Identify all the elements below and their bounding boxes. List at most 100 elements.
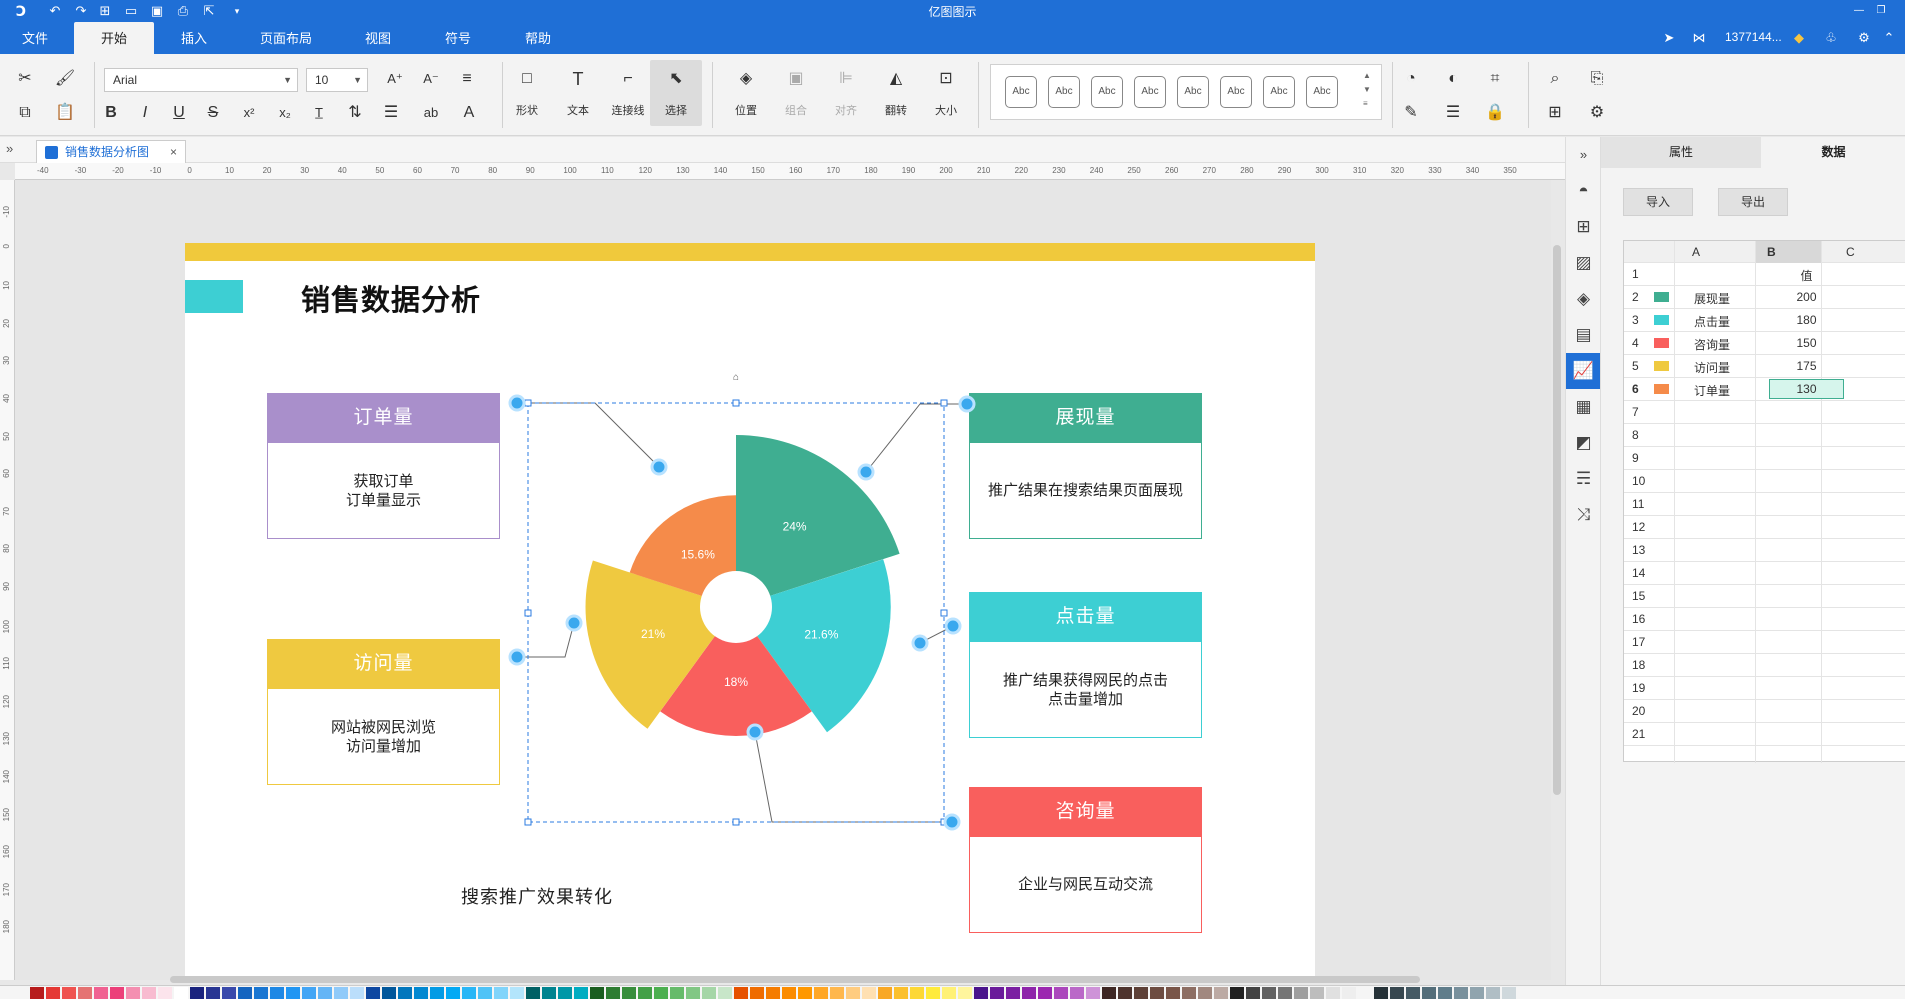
- value-cell[interactable]: 175: [1769, 359, 1844, 373]
- select-arrow-icon[interactable]: ⬉: [663, 66, 689, 92]
- font-color-icon[interactable]: A: [456, 100, 482, 126]
- menu-help[interactable]: 帮助: [500, 22, 576, 54]
- palette-swatch[interactable]: [270, 987, 284, 999]
- send-icon[interactable]: ➤: [1660, 29, 1678, 47]
- underline-icon[interactable]: U: [166, 100, 192, 126]
- grid-layout-icon[interactable]: ⊞: [1566, 209, 1601, 245]
- style-sample-8[interactable]: Abc: [1306, 76, 1338, 108]
- palette-swatch[interactable]: [894, 987, 908, 999]
- palette-swatch[interactable]: [94, 987, 108, 999]
- palette-swatch[interactable]: [1134, 987, 1148, 999]
- sheet-row[interactable]: 3 点击量 180: [1624, 309, 1905, 332]
- sheet-row[interactable]: 7: [1624, 401, 1905, 424]
- palette-swatch[interactable]: [990, 987, 1004, 999]
- tab-data[interactable]: 数据: [1761, 137, 1905, 168]
- palette-swatch[interactable]: [910, 987, 924, 999]
- shuffle-icon[interactable]: ⤨: [1566, 497, 1601, 533]
- lock-icon[interactable]: 🔒: [1482, 100, 1508, 126]
- connection-point[interactable]: [911, 634, 929, 652]
- palette-swatch[interactable]: [302, 987, 316, 999]
- palette-swatch[interactable]: [1166, 987, 1180, 999]
- decrease-font-icon[interactable]: A⁻: [418, 66, 444, 92]
- vip-gem-icon[interactable]: ◆: [1790, 29, 1808, 47]
- chart-data-icon[interactable]: 📈: [1566, 353, 1601, 389]
- palette-swatch[interactable]: [670, 987, 684, 999]
- palette-swatch[interactable]: [558, 987, 572, 999]
- palette-swatch[interactable]: [478, 987, 492, 999]
- sheet-row[interactable]: 13: [1624, 539, 1905, 562]
- sheet-row[interactable]: 12: [1624, 516, 1905, 539]
- bullet-list-icon[interactable]: ☰: [378, 100, 404, 126]
- palette-swatch[interactable]: [62, 987, 76, 999]
- palette-swatch[interactable]: [46, 987, 60, 999]
- connection-point[interactable]: [565, 614, 583, 632]
- palette-swatch[interactable]: [78, 987, 92, 999]
- palette-swatch[interactable]: [238, 987, 252, 999]
- value-cell[interactable]: 150: [1769, 336, 1844, 350]
- palette-swatch[interactable]: [830, 987, 844, 999]
- category-cell[interactable]: 点击量: [1694, 313, 1730, 330]
- connection-point[interactable]: [857, 463, 875, 481]
- palette-swatch[interactable]: [398, 987, 412, 999]
- resize-handle[interactable]: [524, 399, 532, 407]
- connection-point[interactable]: [943, 813, 961, 831]
- palette-swatch[interactable]: [382, 987, 396, 999]
- connection-point[interactable]: [508, 648, 526, 666]
- copy-icon[interactable]: ⧉: [12, 100, 38, 126]
- style-sample-7[interactable]: Abc: [1263, 76, 1295, 108]
- palette-swatch[interactable]: [878, 987, 892, 999]
- palette-swatch[interactable]: [206, 987, 220, 999]
- align-icon[interactable]: ⊫: [833, 66, 859, 92]
- size-label[interactable]: 大小: [922, 102, 970, 118]
- palette-swatch[interactable]: [862, 987, 876, 999]
- shape-icon[interactable]: □: [514, 66, 540, 92]
- fill-bucket-icon[interactable]: ◓: [1566, 173, 1601, 209]
- sheet-row[interactable]: 5 访问量 175: [1624, 355, 1905, 378]
- style-sample-3[interactable]: Abc: [1091, 76, 1123, 108]
- palette-swatch[interactable]: [510, 987, 524, 999]
- resize-handle[interactable]: [940, 609, 948, 617]
- palette-swatch[interactable]: [1502, 987, 1516, 999]
- palette-swatch[interactable]: [190, 987, 204, 999]
- palette-swatch[interactable]: [1070, 987, 1084, 999]
- resize-handle[interactable]: [940, 399, 948, 407]
- palette-swatch[interactable]: [222, 987, 236, 999]
- position-label[interactable]: 位置: [722, 102, 770, 118]
- palette-swatch[interactable]: [286, 987, 300, 999]
- palette-swatch[interactable]: [414, 987, 428, 999]
- palette-swatch[interactable]: [334, 987, 348, 999]
- palette-swatch[interactable]: [174, 987, 188, 999]
- palette-swatch[interactable]: [782, 987, 796, 999]
- palette-swatch[interactable]: [110, 987, 124, 999]
- palette-swatch[interactable]: [798, 987, 812, 999]
- horizontal-scrollbar[interactable]: [170, 976, 1420, 983]
- palette-swatch[interactable]: [622, 987, 636, 999]
- header-value-cell[interactable]: 值: [1769, 267, 1844, 284]
- palette-swatch[interactable]: [1006, 987, 1020, 999]
- palette-swatch[interactable]: [430, 987, 444, 999]
- text-tool-icon[interactable]: T: [565, 66, 591, 92]
- column-header-b[interactable]: B: [1767, 245, 1776, 259]
- minimize-icon[interactable]: —: [1850, 2, 1868, 20]
- palette-swatch[interactable]: [142, 987, 156, 999]
- increase-font-icon[interactable]: A⁺: [382, 66, 408, 92]
- menu-symbol[interactable]: 符号: [420, 22, 496, 54]
- palette-swatch[interactable]: [766, 987, 780, 999]
- connection-point[interactable]: [944, 617, 962, 635]
- color-swatch[interactable]: [1654, 384, 1669, 394]
- palette-swatch[interactable]: [1310, 987, 1324, 999]
- palette-swatch[interactable]: [606, 987, 620, 999]
- text-style-icon[interactable]: T̲: [306, 100, 332, 126]
- palette-swatch[interactable]: [1198, 987, 1212, 999]
- category-cell[interactable]: 订单量: [1694, 382, 1730, 399]
- category-cell[interactable]: 展现量: [1694, 290, 1730, 307]
- palette-swatch[interactable]: [814, 987, 828, 999]
- palette-swatch[interactable]: [926, 987, 940, 999]
- subscript-icon[interactable]: x₂: [272, 100, 298, 126]
- palette-swatch[interactable]: [1358, 987, 1372, 999]
- diagram-page[interactable]: 销售数据分析 订单量 获取订单 订单量显示 访问量 网站被网民浏览 访问量增加 …: [185, 243, 1315, 980]
- palette-swatch[interactable]: [1390, 987, 1404, 999]
- palette-swatch[interactable]: [1342, 987, 1356, 999]
- palette-swatch[interactable]: [126, 987, 140, 999]
- palette-swatch[interactable]: [702, 987, 716, 999]
